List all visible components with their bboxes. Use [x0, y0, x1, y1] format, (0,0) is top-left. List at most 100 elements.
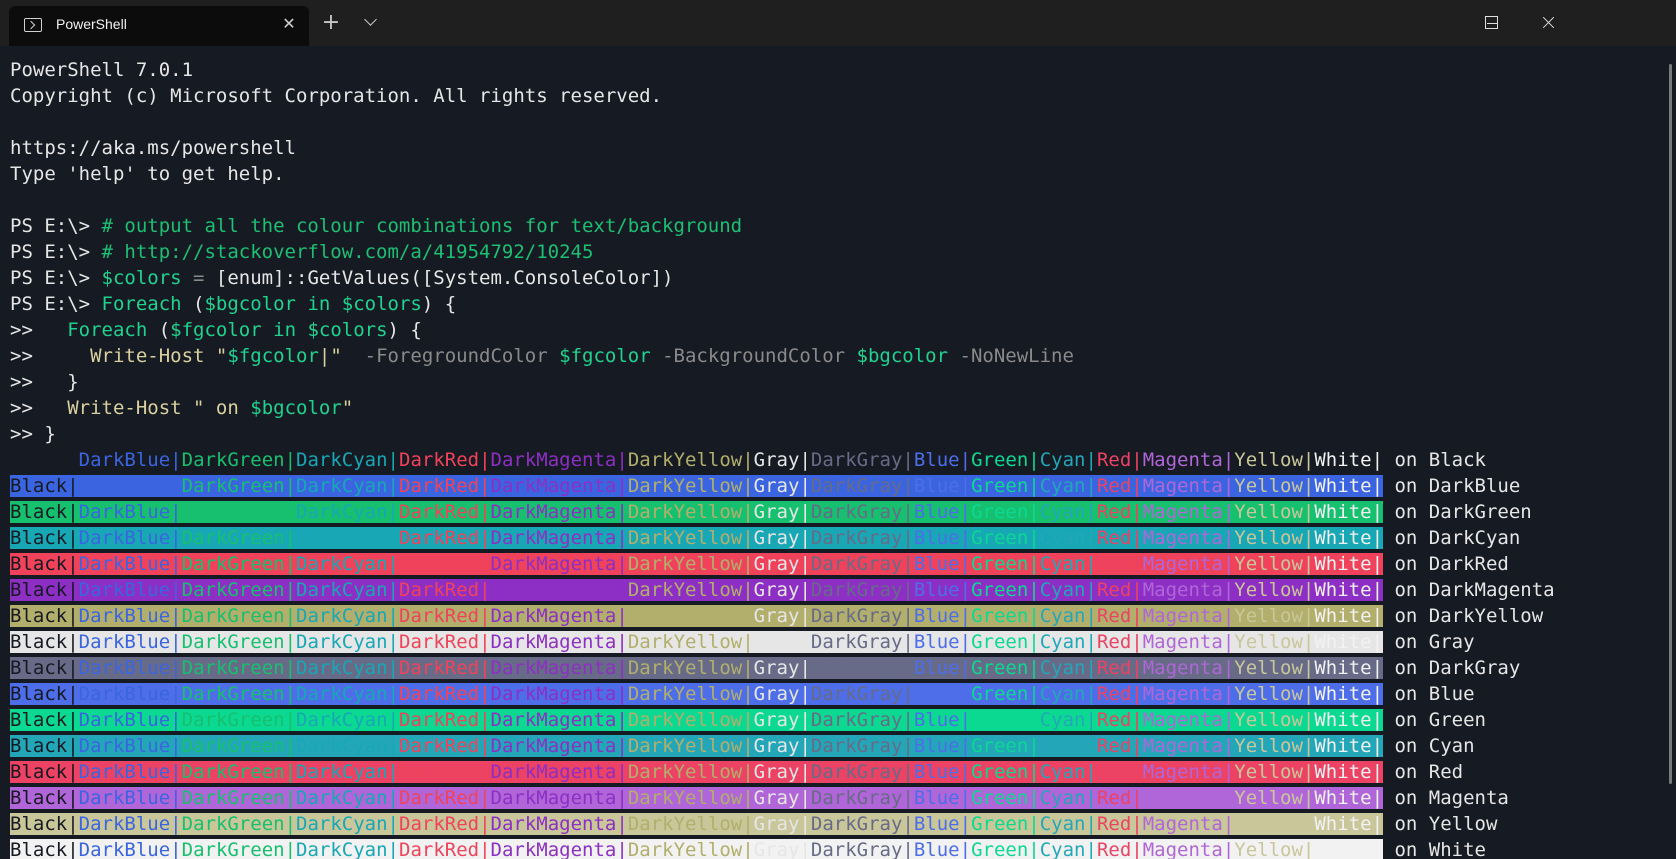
- terminal-area[interactable]: PowerShell 7.0.1 Copyright (c) Microsoft …: [0, 46, 1665, 859]
- tab-powershell[interactable]: PowerShell ✕: [9, 6, 309, 46]
- command-line: PS E:\> Foreach ($bgcolor in $colors) {: [10, 291, 1555, 317]
- color-cell-label: White: [1314, 709, 1372, 731]
- color-cell: Blue|: [913, 527, 972, 549]
- color-cell-label: Magenta: [1142, 501, 1223, 523]
- color-cell-label: White: [1314, 631, 1372, 653]
- color-cell-label: DarkRed: [399, 657, 480, 679]
- color-cell-label: White: [1314, 527, 1372, 549]
- code-token: $colors: [101, 267, 182, 289]
- color-cell: Yellow|: [1234, 735, 1315, 757]
- color-cell-label: Yellow: [1234, 761, 1303, 783]
- color-cell-label: Yellow: [1234, 709, 1303, 731]
- color-cell-label: DarkYellow: [627, 449, 743, 471]
- scrollbar[interactable]: [1665, 46, 1676, 859]
- color-cell: DarkGreen|: [181, 839, 297, 859]
- close-button[interactable]: [1511, 0, 1569, 46]
- color-cell: White|: [1314, 527, 1384, 549]
- code-token: -NoNewLine: [948, 345, 1074, 367]
- color-cell-label: Green: [971, 787, 1029, 809]
- color-cell-label: Blue: [913, 683, 960, 705]
- color-cell-label: Blue: [913, 657, 960, 679]
- color-cell: Black|: [10, 475, 79, 497]
- color-cell: Green|: [971, 735, 1040, 757]
- color-cell-label: DarkBlue: [78, 579, 171, 601]
- color-cell: Magenta|: [1142, 709, 1235, 731]
- color-cell-label: DarkGray: [810, 631, 903, 653]
- color-cell: Blue|: [913, 813, 972, 835]
- tab-close-icon[interactable]: ✕: [279, 14, 299, 34]
- color-cell-label: DarkMagenta: [490, 839, 617, 859]
- code-token: ) {: [421, 293, 457, 315]
- color-cell-label: DarkGreen: [181, 475, 285, 497]
- color-cell: Green|: [971, 787, 1040, 809]
- color-cell: DarkGray|: [810, 475, 914, 497]
- color-cell: Green|: [971, 631, 1040, 653]
- color-cell-label: Green: [971, 527, 1029, 549]
- color-cell-label: Yellow: [1234, 579, 1303, 601]
- color-cell-label: White: [1314, 553, 1372, 575]
- command-line: >> Write-Host " on $bgcolor": [10, 395, 1555, 421]
- color-cell-label: DarkGreen: [181, 553, 285, 575]
- code-token: PS E:\>: [10, 267, 102, 289]
- color-cell: Magenta|: [1142, 761, 1235, 783]
- color-cell-label: DarkBlue: [78, 761, 171, 783]
- color-cell-label: DarkGray: [810, 813, 903, 835]
- code-token: (: [147, 319, 171, 341]
- color-cell: Blue|: [913, 579, 972, 601]
- scrollbar-thumb[interactable]: [1669, 64, 1672, 784]
- color-cell-label: DarkYellow: [627, 475, 743, 497]
- color-cell-label: Cyan: [1039, 813, 1086, 835]
- color-cell-label: DarkMagenta: [490, 761, 617, 783]
- color-cell: Gray|: [753, 553, 811, 575]
- color-cell-label: Blue: [913, 527, 960, 549]
- color-cell: Green|: [971, 579, 1040, 601]
- color-cell-label: DarkGray: [810, 683, 903, 705]
- color-cell: DarkBlue|: [78, 475, 182, 497]
- color-cell-label: Magenta: [1142, 657, 1223, 679]
- plus-icon[interactable]: +: [320, 12, 342, 34]
- color-cell-label: Green: [971, 709, 1029, 731]
- color-cell: Yellow|: [1234, 761, 1315, 783]
- color-cell: DarkBlue|: [78, 709, 182, 731]
- color-cell-label: Cyan: [1039, 501, 1086, 523]
- color-cell: Yellow|: [1234, 579, 1315, 601]
- row-bg-label: on Black: [1383, 449, 1486, 471]
- color-cell-label: Yellow: [1234, 475, 1303, 497]
- color-cell-label: Red: [1096, 553, 1132, 575]
- color-cell-label: White: [1314, 787, 1372, 809]
- bg-name: DarkMagenta: [1428, 579, 1555, 601]
- color-cell-label: White: [1314, 813, 1372, 835]
- bg-name: Cyan: [1428, 735, 1475, 757]
- code-token: $fgcolor: [559, 345, 651, 367]
- color-cell: Cyan|: [1039, 553, 1097, 575]
- code-token: -ForegroundColor: [341, 345, 560, 367]
- code-token: >> }: [10, 371, 79, 393]
- color-cell: Gray|: [753, 813, 811, 835]
- color-cell: DarkGray|: [810, 761, 914, 783]
- color-cell: Cyan|: [1039, 787, 1097, 809]
- chevron-down-icon[interactable]: [360, 12, 382, 34]
- color-cell-label: Cyan: [1039, 527, 1086, 549]
- color-cell: Gray|: [753, 683, 811, 705]
- color-cell-label: DarkYellow: [627, 709, 743, 731]
- color-cell: DarkMagenta|: [490, 787, 628, 809]
- color-cell-label: White: [1314, 839, 1372, 859]
- color-cell-label: Green: [971, 579, 1029, 601]
- color-cell-label: Red: [1096, 787, 1132, 809]
- color-cell-label: Cyan: [1039, 657, 1086, 679]
- title-bar: PowerShell ✕ +: [0, 0, 1676, 46]
- color-cell-label: DarkRed: [399, 813, 480, 835]
- color-cell-label: DarkMagenta: [490, 631, 617, 653]
- color-cell: Blue|: [913, 631, 972, 653]
- color-cell-label: Magenta: [1142, 709, 1223, 731]
- color-cell-label: DarkBlue: [78, 501, 171, 523]
- color-cell-label: DarkCyan: [296, 475, 388, 497]
- on-text: on: [1383, 709, 1429, 731]
- color-cell: Red|: [1096, 475, 1143, 497]
- powershell-icon: [24, 18, 42, 32]
- color-cell: White|: [1314, 813, 1384, 835]
- color-row: Black|DarkBlue|DarkGreen|DarkCyan|DarkRe…: [10, 551, 1555, 577]
- color-cell: DarkCyan|: [296, 787, 399, 809]
